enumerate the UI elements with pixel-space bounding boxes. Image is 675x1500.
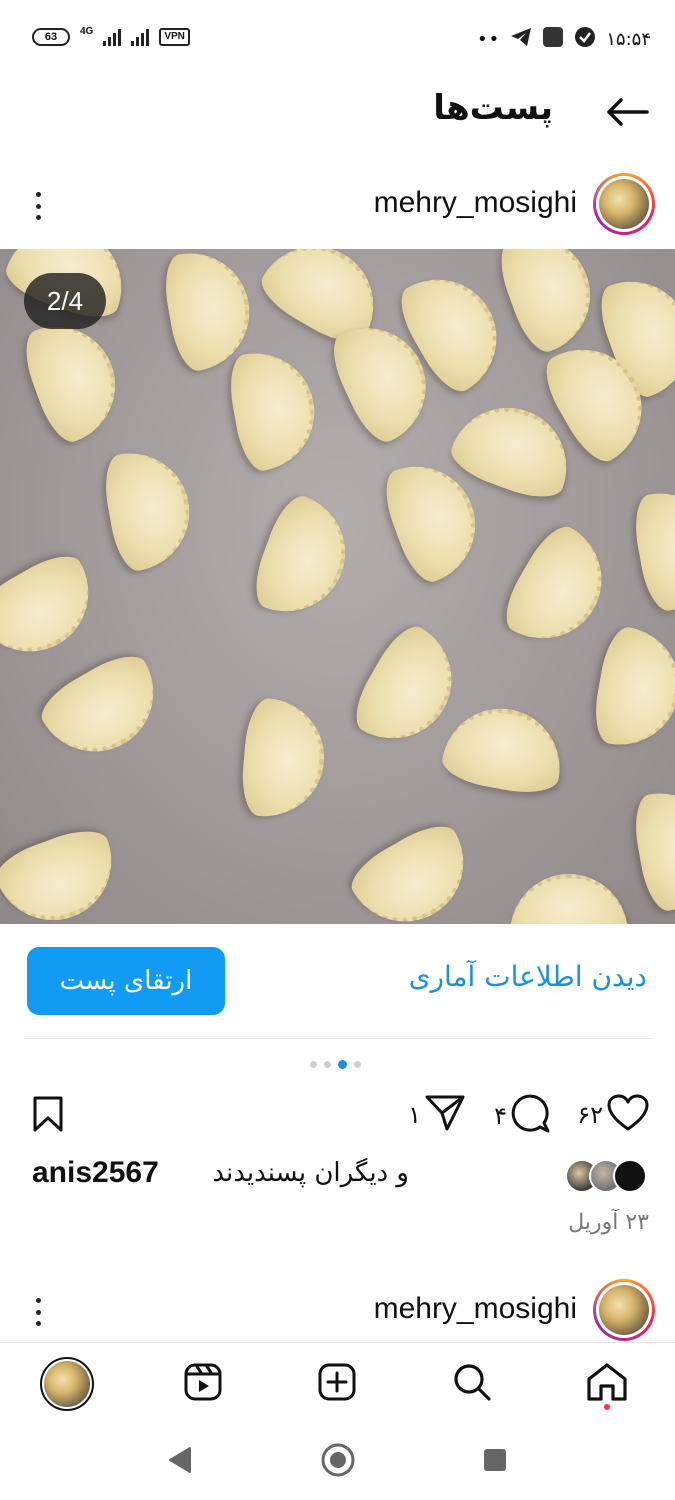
comment-bubble-icon	[511, 1094, 551, 1138]
status-left-group: 63 4G VPN	[32, 25, 190, 46]
status-right-group: •• ۱۵:۵۴	[477, 26, 651, 52]
author-username[interactable]: mehry_mosighi	[374, 186, 577, 220]
shield-icon	[574, 26, 596, 52]
heart-icon	[607, 1094, 649, 1136]
signal-icon-2	[131, 28, 150, 46]
post-actions-row: ارتقای پست دیدن اطلاعات آماری	[0, 946, 675, 1018]
next-author-avatar[interactable]	[593, 1279, 655, 1341]
nav-home[interactable]	[580, 1357, 634, 1411]
liker-avatars	[565, 1159, 647, 1193]
post-image[interactable]: 2/4	[0, 249, 675, 924]
liked-by-text: و دیگران پسندیدند	[212, 1158, 409, 1188]
back-button[interactable]	[603, 94, 651, 134]
nav-create[interactable]	[310, 1357, 364, 1411]
system-home-button[interactable]	[318, 1442, 358, 1482]
app-square-icon	[542, 26, 564, 52]
page-title: پست‌ها	[433, 88, 553, 128]
system-recents-button[interactable]	[475, 1442, 515, 1482]
save-button[interactable]	[32, 1096, 64, 1136]
likes-count: ۶۲	[577, 1101, 603, 1129]
status-time: ۱۵:۵۴	[606, 28, 651, 50]
square-recents-icon	[481, 1446, 509, 1478]
network-type: 4G	[80, 25, 94, 37]
carousel-dot-active	[338, 1060, 347, 1069]
author-avatar[interactable]	[593, 173, 655, 235]
boost-post-button[interactable]: ارتقای پست	[27, 947, 225, 1015]
nav-profile[interactable]	[40, 1357, 94, 1411]
home-icon	[586, 1362, 628, 1406]
nav-reels[interactable]	[176, 1357, 230, 1411]
like-button[interactable]: ۶۲	[577, 1094, 649, 1136]
arrow-back-icon	[605, 97, 649, 131]
send-icon	[425, 1094, 465, 1136]
vpn-badge: VPN	[159, 28, 190, 46]
carousel-dot	[354, 1061, 361, 1068]
divider	[24, 1038, 651, 1039]
post-date: ۲۳ آوریل	[568, 1210, 649, 1235]
comments-count: ۴	[494, 1102, 507, 1130]
liked-by-username[interactable]: anis2567	[32, 1156, 159, 1190]
reels-icon	[183, 1362, 223, 1406]
telegram-icon	[510, 27, 532, 51]
home-notification-dot	[604, 1404, 610, 1410]
bookmark-icon	[32, 1096, 64, 1136]
share-button[interactable]: ۱	[408, 1094, 465, 1136]
more-options-icon	[35, 192, 41, 197]
more-options-icon	[35, 1298, 41, 1303]
carousel-dot	[310, 1061, 317, 1068]
circle-home-icon	[320, 1442, 356, 1482]
carousel-dot	[324, 1061, 331, 1068]
next-post-author-row: mehry_mosighi	[0, 1274, 675, 1350]
system-navigation-bar	[0, 1424, 675, 1500]
status-bar: 63 4G VPN •• ۱۵:۵۴	[0, 0, 675, 80]
profile-avatar	[40, 1357, 94, 1411]
comment-button[interactable]: ۴	[494, 1094, 551, 1138]
more-notifications-indicator: ••	[477, 28, 501, 50]
carousel-indicator	[310, 1060, 361, 1069]
system-back-button[interactable]	[160, 1442, 200, 1482]
battery-indicator: 63	[32, 28, 70, 46]
next-more-options-button[interactable]	[26, 1294, 50, 1330]
avatar	[613, 1159, 647, 1193]
more-options-button[interactable]	[26, 188, 50, 224]
bottom-navigation	[0, 1342, 675, 1424]
nav-search[interactable]	[445, 1357, 499, 1411]
likes-summary-row[interactable]: و دیگران پسندیدند anis2567	[0, 1152, 675, 1202]
view-insights-link[interactable]: دیدن اطلاعات آماری	[409, 960, 647, 993]
post-author-row: mehry_mosighi	[0, 168, 675, 244]
create-icon	[317, 1362, 357, 1406]
engagement-row: ۶۲ ۴ ۱	[0, 1090, 675, 1140]
top-header: پست‌ها	[0, 80, 675, 150]
signal-icon	[103, 28, 122, 46]
next-author-username[interactable]: mehry_mosighi	[374, 1292, 577, 1326]
shares-count: ۱	[408, 1101, 421, 1129]
triangle-back-icon	[166, 1445, 194, 1479]
search-icon	[452, 1362, 492, 1406]
image-counter-badge: 2/4	[24, 273, 106, 329]
